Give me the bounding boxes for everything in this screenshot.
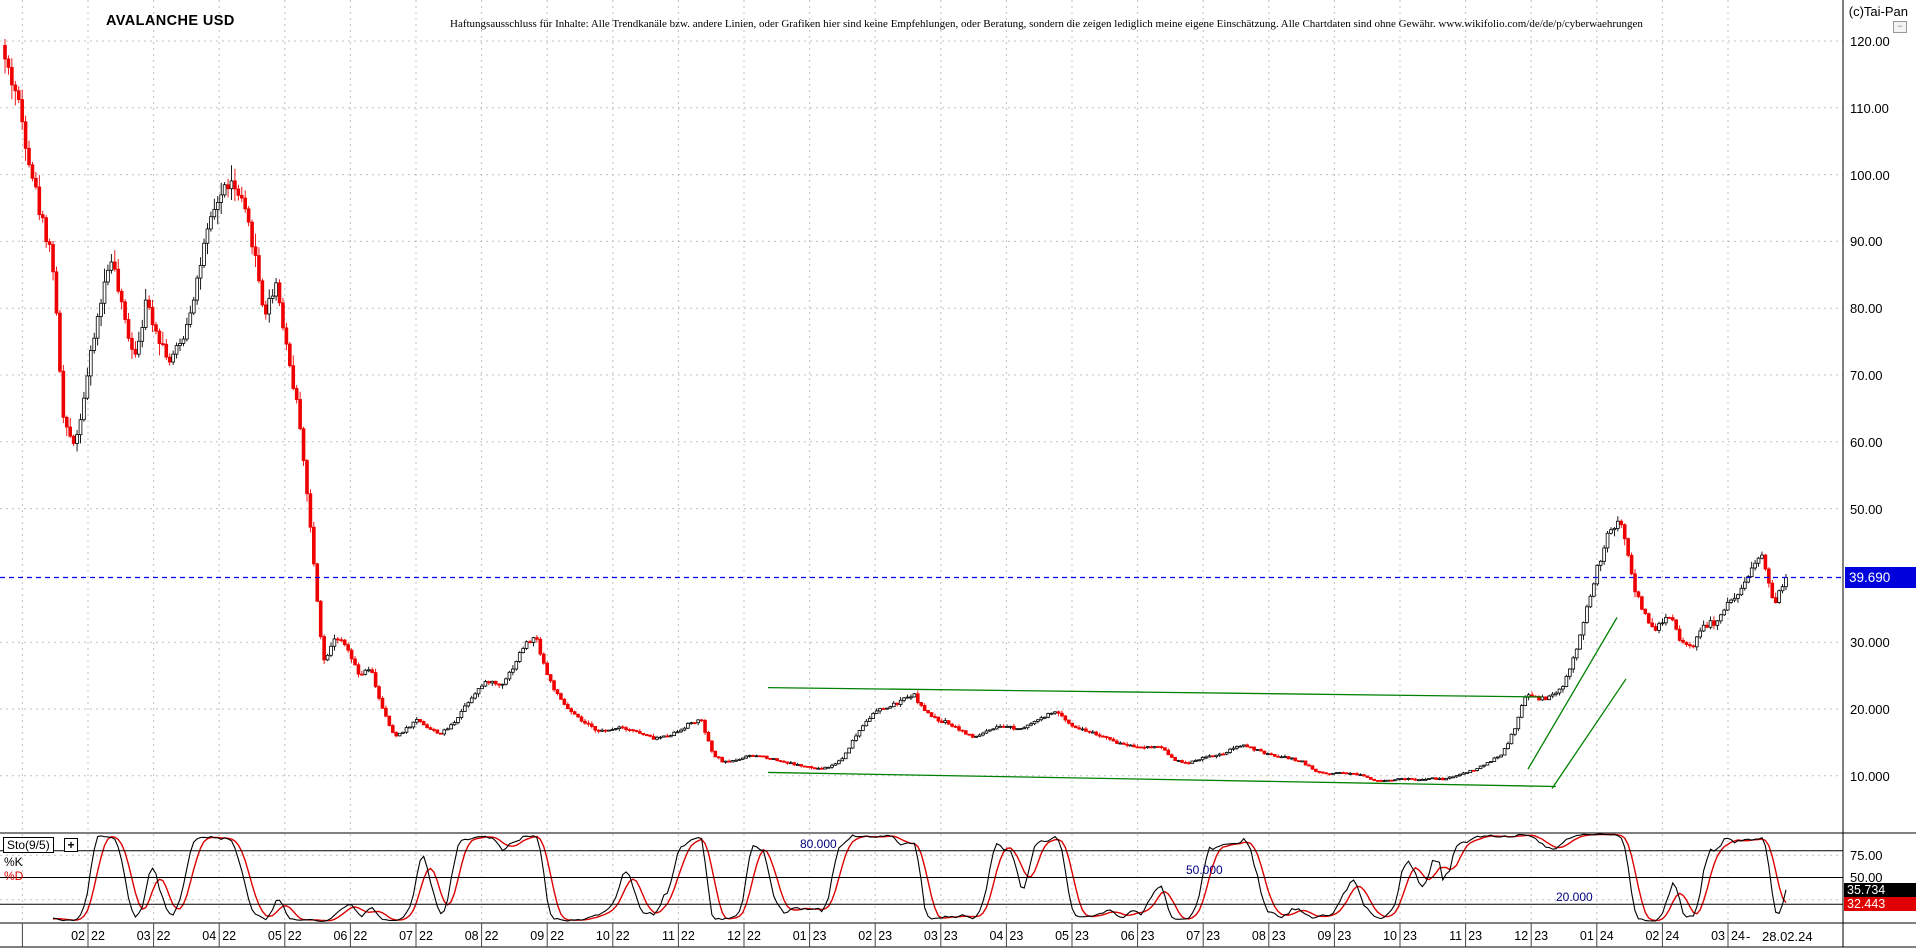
chart-window: AVALANCHE USD Haftungsausschluss für Inh… [0, 0, 1916, 948]
price-tick-label: 50.00 [1850, 501, 1883, 517]
chart-title: AVALANCHE USD [106, 13, 235, 29]
date-tick-label: 12 22 [727, 929, 761, 943]
sto-axis-75-label: 75.00 [1850, 848, 1883, 863]
d-value-badge: 32.443 [1844, 897, 1916, 911]
date-tick-label: 07 22 [399, 929, 433, 943]
date-tick-label: 05 22 [267, 929, 302, 943]
date-tick-label: 09 22 [530, 929, 565, 943]
price-tick-label: 100.00 [1850, 167, 1890, 183]
date-tick-label: 03 23 [923, 929, 958, 943]
price-tick-label: 110.00 [1850, 100, 1889, 116]
price-tick-label: 90.00 [1850, 234, 1883, 250]
price-tick-label: 70.00 [1850, 368, 1883, 383]
k-line-label: %K [4, 855, 23, 869]
axis-separator-dash: - [1746, 929, 1751, 944]
date-tick-label: 02 24 [1645, 929, 1680, 943]
date-tick-label: 06 22 [333, 929, 368, 943]
date-tick-label: 07 23 [1186, 929, 1221, 943]
price-tick-label: 120.00 [1850, 34, 1890, 49]
price-tick-label: 20.000 [1850, 702, 1890, 717]
sto-level-80-label: 80.000 [800, 837, 837, 851]
k-value-badge: 35.734 [1844, 883, 1916, 897]
date-tick-label: 12 23 [1514, 929, 1549, 943]
disclaimer-text: Haftungsausschluss für Inhalte: Alle Tre… [450, 18, 1643, 30]
date-tick-label: 02 23 [858, 929, 893, 943]
date-tick-label: 08 23 [1251, 929, 1286, 943]
add-indicator-icon[interactable]: + [64, 838, 78, 852]
date-tick-label: 11 22 [661, 929, 695, 943]
d-line-label: %D [4, 869, 24, 883]
price-tick-label: 80.00 [1850, 301, 1883, 317]
date-tick-label: 01 23 [792, 929, 827, 943]
date-tick-label: 04 23 [989, 929, 1024, 943]
current-price-badge: 39.690 [1845, 567, 1916, 588]
date-tick-label: 01 24 [1579, 929, 1614, 943]
date-tick-label: 09 23 [1317, 929, 1352, 943]
date-tick-label: 08 22 [464, 929, 499, 943]
price-tick-label: 30.000 [1850, 635, 1890, 651]
chart-canvas [0, 0, 1916, 948]
price-tick-label: 60.00 [1850, 434, 1883, 450]
price-tick-label: 10.000 [1850, 768, 1890, 784]
stochastic-indicator-label[interactable]: Sto(9/5) [3, 837, 54, 853]
date-tick-label: 02 22 [71, 929, 105, 943]
date-tick-label: 11 23 [1449, 929, 1483, 943]
date-tick-label: 03 22 [136, 929, 171, 943]
date-tick-label: 10 23 [1383, 929, 1417, 943]
last-date-label: 28.02.24 [1762, 929, 1813, 944]
sto-level-20-label: 20.000 [1556, 890, 1593, 904]
collapse-panel-icon[interactable]: − [1893, 21, 1907, 33]
date-tick-label: 06 23 [1120, 929, 1155, 943]
copyright-label: (c)Tai-Pan [1848, 4, 1908, 19]
date-tick-label: 05 23 [1055, 929, 1089, 943]
date-tick-label: 10 22 [595, 929, 630, 943]
sto-level-50-label: 50.000 [1186, 863, 1223, 877]
date-tick-label: 04 22 [202, 929, 237, 943]
